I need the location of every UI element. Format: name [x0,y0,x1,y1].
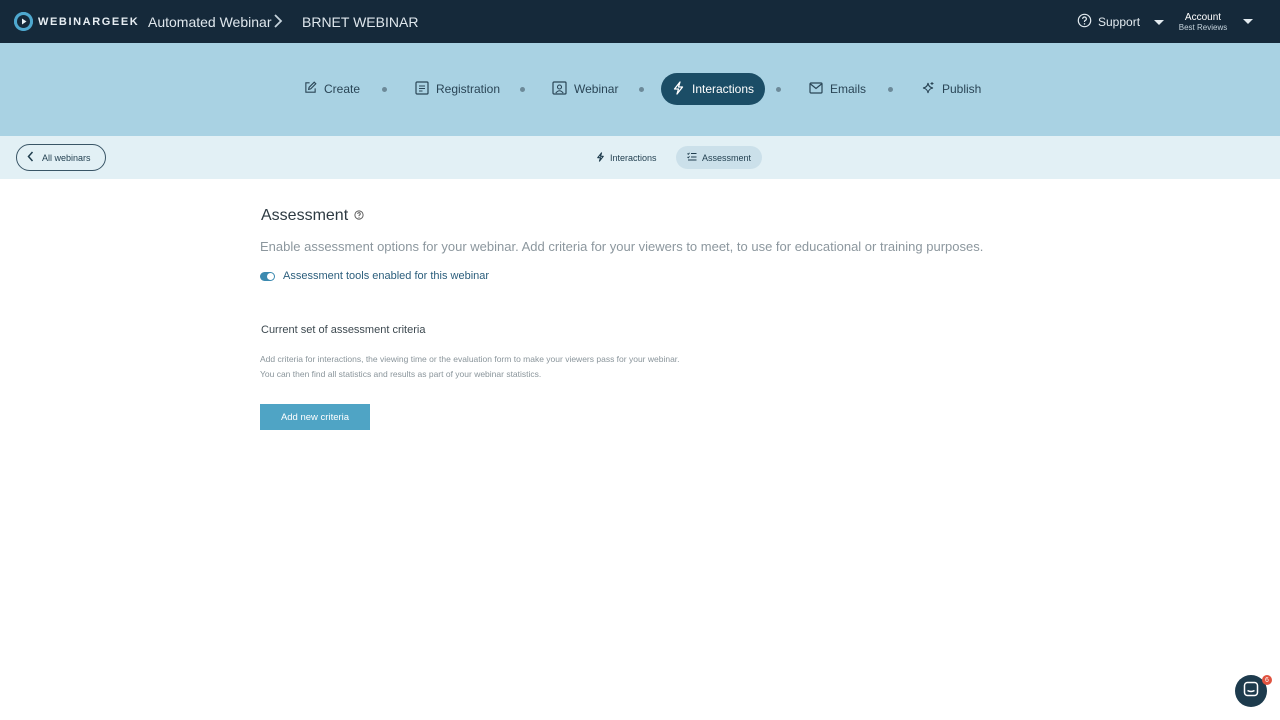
checklist-icon [687,152,697,163]
sparkle-icon [921,81,935,98]
intro-text: Enable assessment options for your webin… [260,239,984,254]
account-caret-down-icon[interactable] [1243,19,1253,24]
sub-navigation: All webinars Interactions Assessment [0,136,1280,179]
account-name: Best Reviews [1178,23,1228,32]
steps-bar: Create Registration Webinar Interactions… [0,43,1280,136]
breadcrumb-automated-webinar[interactable]: Automated Webinar [148,14,271,30]
step-separator-dot [776,87,781,92]
lightning-icon [672,80,685,98]
step-interactions-label: Interactions [692,82,755,96]
account-menu[interactable]: Account Best Reviews [1172,12,1234,33]
envelope-icon [809,81,823,97]
subtab-interactions[interactable]: Interactions [596,146,657,169]
step-registration[interactable]: Registration [415,73,500,105]
help-circle-icon [1077,13,1092,31]
logo-play-icon [14,12,33,31]
page-title-text: Assessment [261,207,349,224]
step-separator-dot [520,87,525,92]
breadcrumb-webinar-name: BRNET WEBINAR [302,14,419,30]
caret-down-icon [1154,19,1165,25]
subtab-interactions-label: Interactions [610,152,657,163]
criteria-description: Add criteria for interactions, the viewi… [260,352,680,382]
chevron-left-icon [27,151,34,164]
step-create[interactable]: Create [304,73,360,105]
step-webinar-label: Webinar [574,82,619,96]
step-emails-label: Emails [830,82,867,96]
monitor-icon [552,80,567,98]
criteria-description-line: You can then find all statistics and res… [260,369,542,379]
chat-notification-badge: 6 [1262,675,1272,685]
assessment-toggle[interactable] [260,271,275,281]
support-menu[interactable]: Support [1077,13,1165,31]
step-interactions[interactable]: Interactions [661,73,766,105]
step-separator-dot [888,87,893,92]
all-webinars-label: All webinars [42,152,91,163]
add-new-criteria-button[interactable]: Add new criteria [260,404,370,430]
page-title: Assessment [261,207,364,225]
step-publish-label: Publish [942,82,982,96]
top-bar: WEBINARGEEK Automated Webinar BRNET WEBI… [0,0,1280,43]
chevron-right-icon [272,13,284,34]
step-separator-dot [382,87,387,92]
all-webinars-button[interactable]: All webinars [16,144,106,171]
step-webinar[interactable]: Webinar [552,73,618,105]
subtab-assessment-label: Assessment [702,152,752,163]
criteria-section-title: Current set of assessment criteria [261,324,426,336]
edit-icon [304,81,317,97]
step-emails[interactable]: Emails [809,73,866,105]
step-publish[interactable]: Publish [921,73,981,105]
criteria-description-line: Add criteria for interactions, the viewi… [260,354,680,364]
subtab-assessment[interactable]: Assessment [676,146,763,169]
help-circle-icon[interactable] [354,207,364,225]
step-create-label: Create [324,82,361,96]
support-label: Support [1098,15,1141,29]
assessment-toggle-label: Assessment tools enabled for this webina… [283,270,490,282]
step-separator-dot [639,87,644,92]
account-label: Account [1184,12,1222,23]
logo[interactable]: WEBINARGEEK [14,12,139,31]
form-icon [415,80,429,98]
lightning-icon [596,151,605,164]
assessment-toggle-row[interactable]: Assessment tools enabled for this webina… [260,270,489,282]
step-registration-label: Registration [436,82,501,96]
logo-text: WEBINARGEEK [38,15,140,28]
chat-icon [1243,681,1259,702]
